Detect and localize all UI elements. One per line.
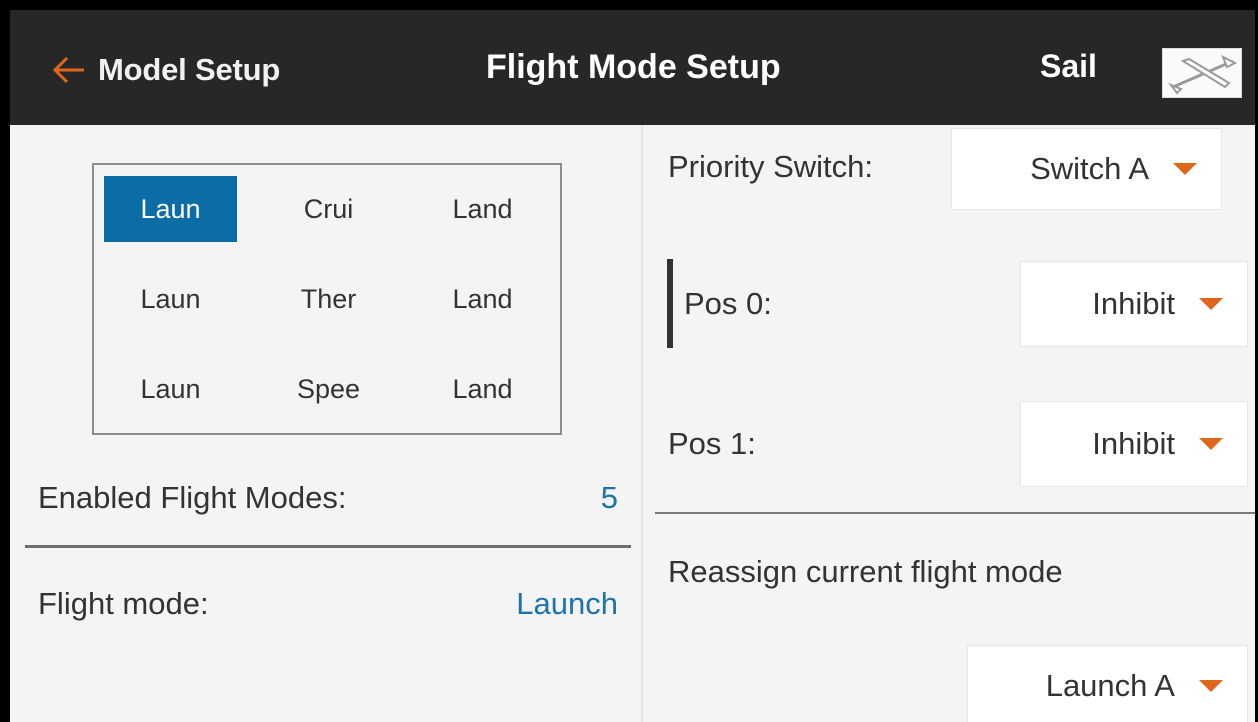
back-label: Model Setup (98, 52, 281, 87)
priority-switch-dropdown[interactable]: Switch A (951, 128, 1222, 210)
back-button[interactable]: Model Setup (52, 48, 280, 92)
right-divider (655, 512, 1255, 514)
grid-cell-3-3[interactable]: Land (416, 356, 549, 422)
back-arrow-icon (52, 56, 84, 84)
glider-icon[interactable] (1162, 48, 1242, 98)
reassign-value: Launch A (1045, 668, 1175, 703)
grid-cell-1-2[interactable]: Crui (262, 176, 395, 242)
grid-cell-2-2[interactable]: Ther (262, 266, 395, 332)
pos0-dropdown[interactable]: Inhibit (1020, 261, 1248, 347)
grid-cell-2-1[interactable]: Laun (104, 266, 237, 332)
enabled-flight-modes-label: Enabled Flight Modes: (38, 480, 347, 515)
model-name: Sail (1040, 48, 1097, 84)
grid-cell-3-2[interactable]: Spee (262, 356, 395, 422)
left-divider (25, 545, 631, 548)
priority-switch-label: Priority Switch: (668, 149, 873, 184)
reassign-label: Reassign current flight mode (668, 554, 1063, 589)
dropdown-caret-icon (1199, 298, 1223, 310)
header-bar: Model Setup Flight Mode Setup Sail (10, 10, 1255, 125)
panel-divider (641, 125, 643, 722)
pos1-value: Inhibit (1092, 426, 1175, 461)
priority-switch-value: Switch A (1030, 151, 1149, 186)
grid-cell-3-1[interactable]: Laun (104, 356, 237, 422)
dropdown-caret-icon (1173, 163, 1197, 175)
enabled-flight-modes-value[interactable]: 5 (601, 480, 618, 516)
pos0-value: Inhibit (1092, 286, 1175, 321)
page-title: Flight Mode Setup (486, 48, 781, 86)
dropdown-caret-icon (1199, 680, 1223, 692)
flight-mode-grid: Laun Crui Land Laun Ther Land Laun Spee … (92, 163, 562, 435)
screen: Model Setup Flight Mode Setup Sail Laun … (10, 10, 1255, 722)
pos1-label: Pos 1: (668, 426, 756, 461)
grid-cell-1-3[interactable]: Land (416, 176, 549, 242)
flight-mode-value[interactable]: Launch (516, 586, 618, 622)
grid-cell-1-1[interactable]: Laun (104, 176, 237, 242)
reassign-dropdown[interactable]: Launch A (967, 645, 1248, 722)
pos0-label: Pos 0: (684, 286, 772, 321)
flight-mode-label: Flight mode: (38, 586, 209, 621)
active-position-indicator (667, 259, 673, 348)
pos1-dropdown[interactable]: Inhibit (1020, 401, 1248, 487)
grid-cell-2-3[interactable]: Land (416, 266, 549, 332)
dropdown-caret-icon (1199, 438, 1223, 450)
